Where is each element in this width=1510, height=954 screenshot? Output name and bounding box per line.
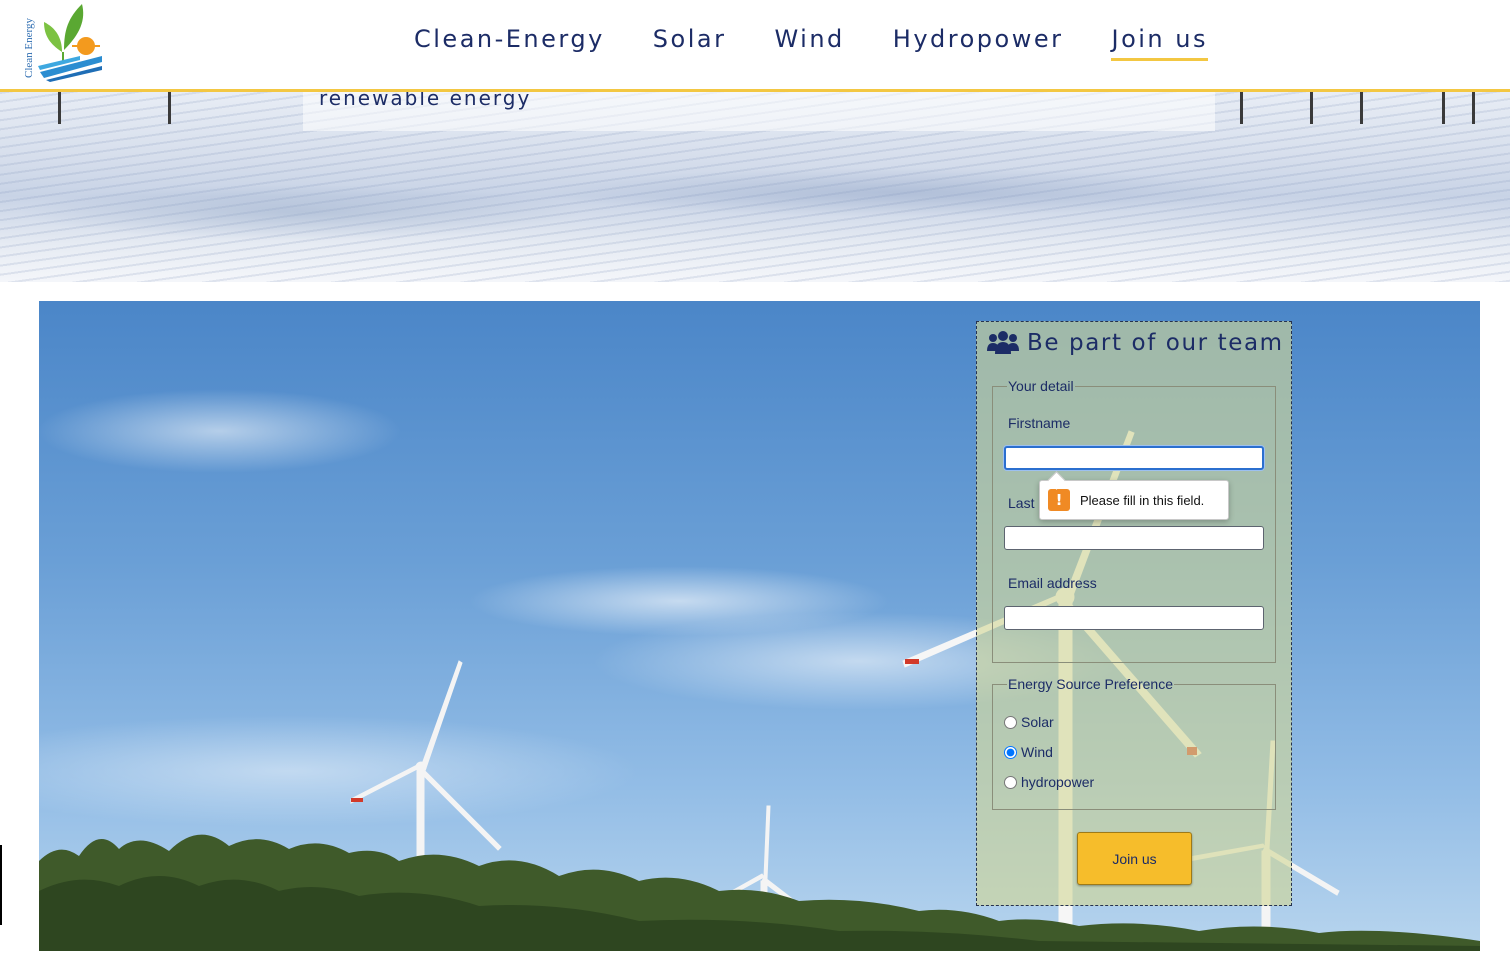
energy-legend: Energy Source Preference [1008,676,1173,692]
ski-pole [58,92,61,124]
solar-radio-label: Solar [1021,714,1054,730]
firstname-label: Firstname [1008,415,1071,431]
validation-tooltip: ! Please fill in this field. [1039,480,1229,520]
logo-graphic: Clean Energy [23,4,102,82]
users-icon [987,331,1019,354]
banner-caption: renewable energy [319,92,532,110]
validation-message: Please fill in this field. [1080,492,1205,508]
energy-option-wind[interactable]: Wind [1004,744,1053,760]
email-input[interactable] [1004,606,1264,630]
form-title-text: Be part of our team [1027,330,1284,356]
firstname-input[interactable] [1004,446,1264,470]
lastname-label: Last [1008,495,1035,511]
solar-radio[interactable] [1004,715,1017,729]
lastname-input[interactable] [1004,526,1264,550]
ski-pole [1240,92,1243,124]
email-label: Email address [1008,575,1097,591]
warning-icon: ! [1048,489,1070,511]
join-us-button[interactable]: Join us [1077,832,1192,885]
nav-wind[interactable]: Wind [774,22,844,61]
window-edge [0,845,2,925]
ski-pole [168,92,171,124]
ski-pole [1310,92,1313,124]
ski-pole [1442,92,1445,124]
detail-legend: Your detail [1008,378,1074,394]
nav-hydropower[interactable]: Hydropower [893,22,1064,61]
hydropower-radio-label: hydropower [1021,774,1095,790]
wind-radio-label: Wind [1021,744,1053,760]
energy-option-hydropower[interactable]: hydropower [1004,774,1094,790]
wind-radio[interactable] [1004,745,1017,759]
ski-pole [1360,92,1363,124]
join-form: Be part of our team Your detail Firstnam… [976,321,1292,906]
clean-energy-logo[interactable]: Clean Energy [20,0,106,84]
hydropower-radio[interactable] [1004,775,1017,789]
snow-banner: renewable energy [0,92,1510,282]
nav-solar[interactable]: Solar [653,22,727,61]
ski-pole [1472,92,1475,124]
site-header: Clean Energy Clean-Energy Solar Wind Hyd… [0,0,1510,92]
main-nav: Clean-Energy Solar Wind Hydropower Join … [414,22,1208,61]
energy-option-solar[interactable]: Solar [1004,714,1054,730]
logo-text: Clean Energy [23,18,35,78]
form-title: Be part of our team [987,330,1284,356]
nav-clean-energy[interactable]: Clean-Energy [414,22,605,61]
banner-caption-box: renewable energy [303,92,1215,131]
nav-join-us[interactable]: Join us [1111,22,1208,61]
